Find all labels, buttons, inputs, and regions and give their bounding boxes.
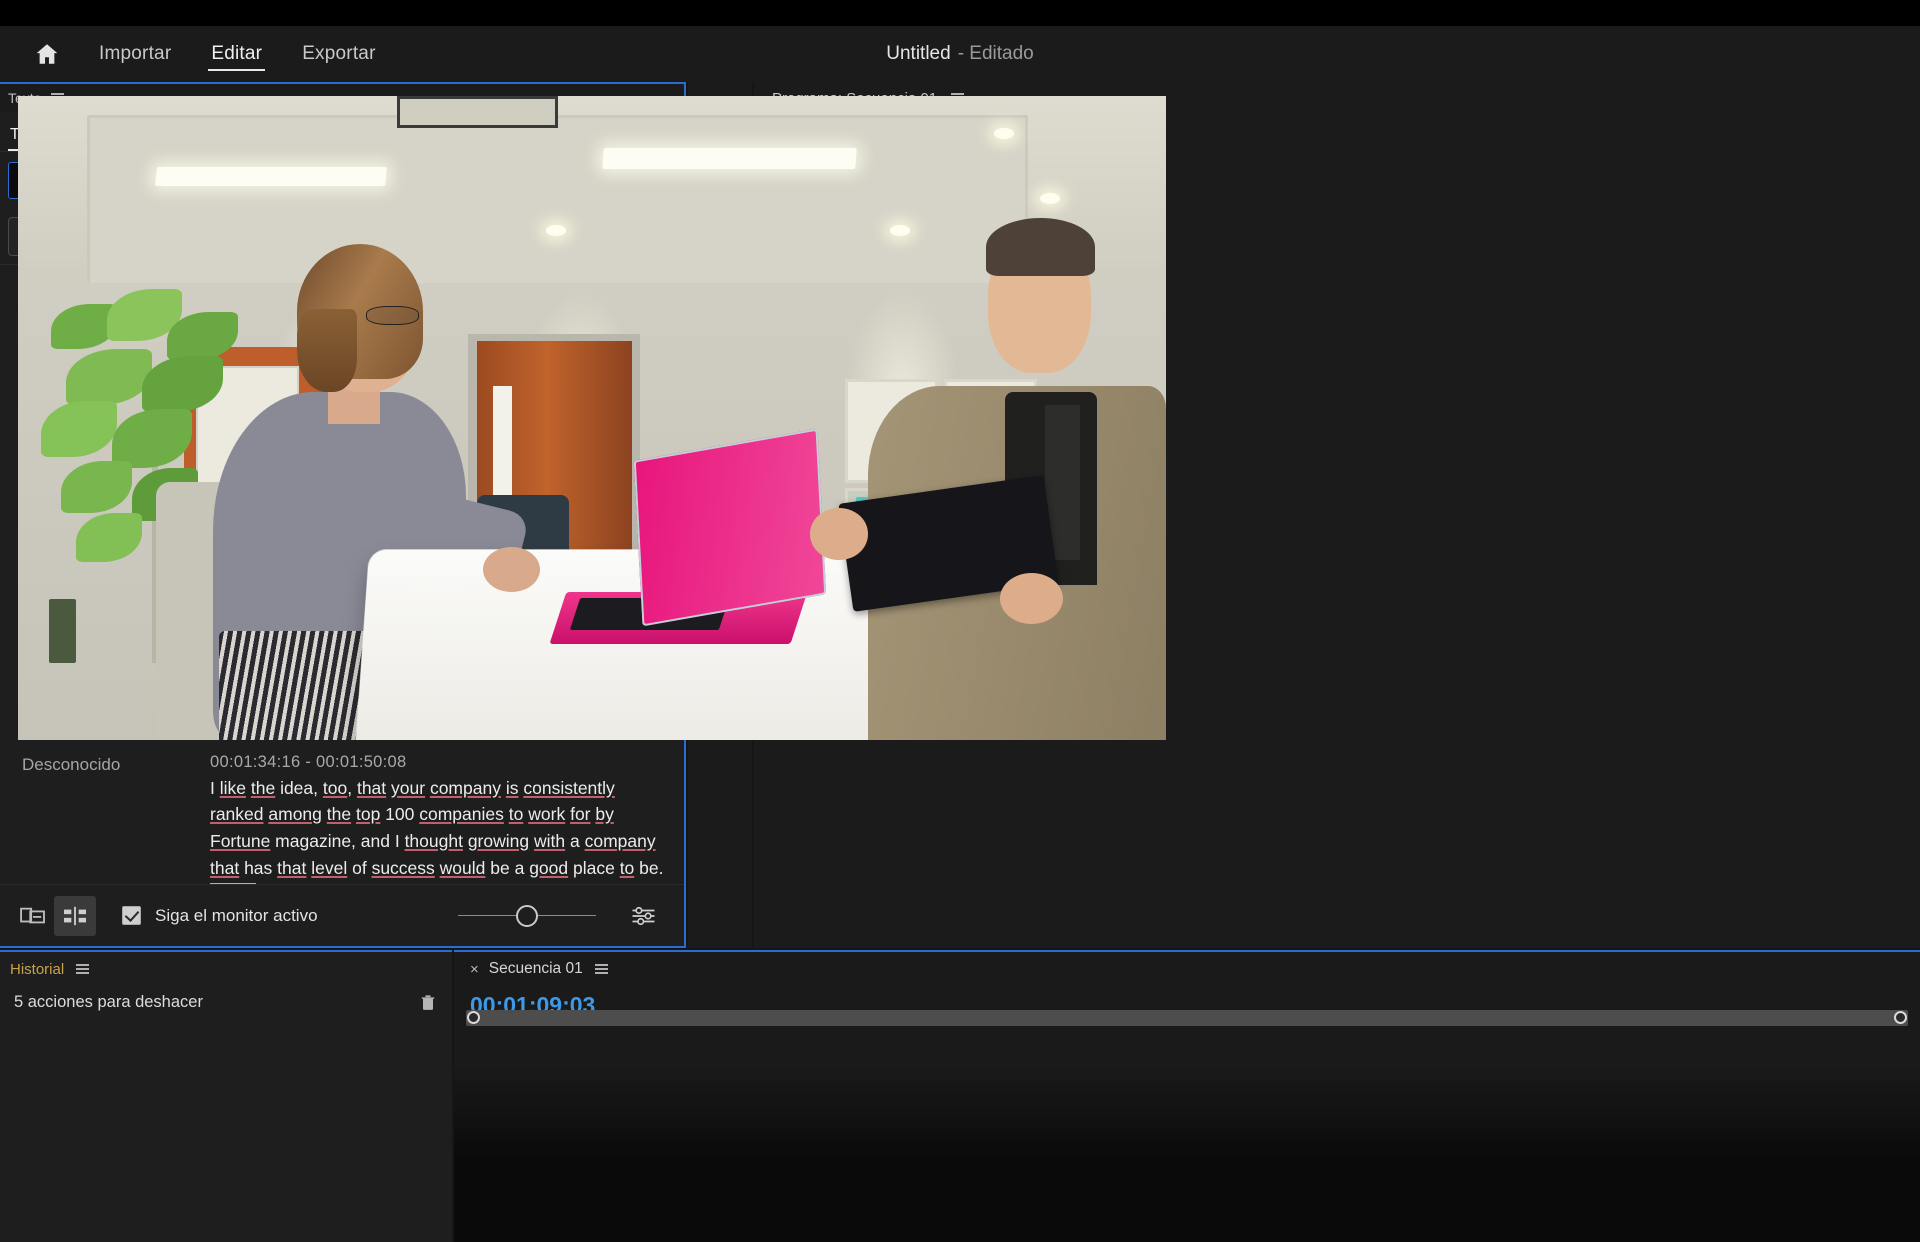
history-panel-header: Historial [0, 952, 452, 986]
timeline-tab-label[interactable]: Secuencia 01 [489, 960, 583, 978]
history-panel-title[interactable]: Historial [10, 961, 64, 978]
history-panel: Historial 5 acciones para deshacer [0, 950, 452, 1242]
history-item[interactable]: 5 acciones para deshacer [0, 986, 452, 1012]
menu-item-exportar[interactable]: Exportar [299, 26, 378, 82]
history-undo-label: 5 acciones para deshacer [14, 992, 203, 1011]
menu-item-importar[interactable]: Importar [96, 26, 174, 82]
window-title-strip [0, 0, 1920, 26]
home-icon[interactable] [32, 39, 62, 69]
menu-item-editar[interactable]: Editar [208, 26, 266, 82]
search-match[interactable]: Great [210, 883, 256, 884]
timeline-panel-header: × Secuencia 01 [454, 952, 1920, 986]
transcript-text[interactable]: I like the idea, too, that your company … [210, 775, 666, 884]
history-menu-icon[interactable] [76, 962, 90, 977]
video-frame-scene [18, 96, 1166, 740]
premiere-pro-window: Importar Editar Exportar Untitled - Edit… [0, 0, 1920, 1242]
transcript-view-icon[interactable] [12, 896, 54, 936]
document-name: Untitled [886, 43, 951, 64]
close-icon[interactable]: × [470, 961, 479, 978]
text-panel-footer: Siga el monitor activo [0, 884, 684, 946]
main-menu-bar: Importar Editar Exportar Untitled - Edit… [0, 26, 1920, 82]
speaker-label: Desconocido [22, 754, 121, 774]
paragraph-timecode: 00:01:34:16 - 00:01:50:08 [210, 752, 407, 771]
timeline-zoom-right-handle[interactable] [1894, 1011, 1907, 1024]
transcript-paragraph[interactable]: Desconocido 00:01:34:16 - 00:01:50:08 I … [0, 753, 684, 884]
document-state: - Editado [957, 43, 1034, 64]
speaker-view-icon[interactable] [54, 895, 96, 936]
font-size-slider[interactable] [458, 904, 596, 927]
timeline-zoom-left-handle[interactable] [467, 1011, 480, 1024]
document-title: Untitled - Editado [0, 26, 1920, 82]
timeline-menu-icon[interactable] [594, 962, 608, 977]
trash-icon[interactable] [418, 992, 438, 1012]
follow-active-monitor-checkbox[interactable] [122, 906, 141, 925]
settings-sliders-icon[interactable] [626, 899, 660, 933]
follow-active-monitor-label: Siga el monitor activo [155, 905, 318, 925]
timeline-zoom-scrollbar[interactable] [466, 1010, 1908, 1026]
timeline-panel: × Secuencia 01 00:01:09:03 [454, 950, 1920, 1242]
program-monitor-video[interactable] [18, 96, 1166, 740]
